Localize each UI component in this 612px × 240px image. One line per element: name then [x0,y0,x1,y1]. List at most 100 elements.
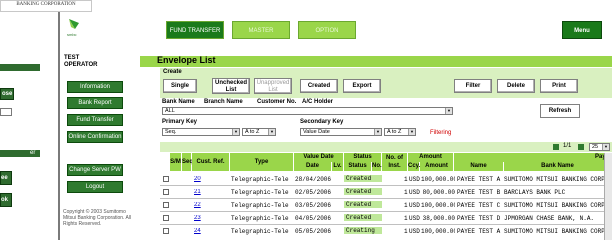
refresh-button[interactable]: Refresh [540,104,580,118]
secondary-key-value: Value Date [303,129,330,135]
delete-button[interactable]: Delete [497,79,535,93]
row-type: Telegraphic-Tele [231,202,289,209]
primary-key-select[interactable]: Seq. ▼ [162,128,240,136]
row-name: PAYEE TEST C [457,202,501,209]
tab-option[interactable]: OPTION [298,21,356,39]
row-inst: 1 [404,202,408,209]
per-page-value: 25 [592,144,599,150]
table-row[interactable]: 24 Telegraphic-Tele 05/05/2006 Creating … [160,224,612,237]
bank-select-value: ALL [165,108,175,114]
tab-fund-transfer[interactable]: FUND TRANSFER [166,21,224,39]
row-seq-link[interactable]: 20 [194,176,201,182]
print-button-label: Print [552,83,566,89]
table-row[interactable]: 21 Telegraphic-Tele 02/05/2006 Created 1… [160,185,612,198]
nav-fund-transfer-label: Fund Transfer [76,117,114,123]
nav-change-server-pw[interactable]: Change Server PW [67,164,123,176]
bg-close-button[interactable]: ose [0,88,14,100]
unapproved-list-button[interactable]: Unapproved List [254,78,292,94]
chevron-down-icon: ▼ [408,129,415,135]
col-amount: Amount [420,162,454,171]
row-name: PAYEE TEST D [457,215,501,222]
row-ccy: USD [409,176,420,183]
row-amount: 38,000.00 [422,215,455,222]
row-checkbox[interactable] [163,189,169,195]
col-date: Date [294,162,332,171]
export-button[interactable]: Export [343,79,381,93]
col-payee-group: Paye [454,153,612,162]
row-type: Telegraphic-Tele [231,189,289,196]
col-status-group: Status [344,153,382,162]
filter-button[interactable]: Filter [454,79,492,93]
created-button[interactable]: Created [300,79,338,93]
row-seq-link[interactable]: 21 [194,189,201,195]
secondary-key-select[interactable]: Value Date ▼ [300,128,382,136]
nav-online-confirmation[interactable]: Online Confirmation [67,131,123,143]
row-checkbox[interactable] [163,228,169,234]
unchecked-list-button[interactable]: Unchecked List [212,78,250,94]
vertical-scrollbar[interactable] [604,153,612,240]
row-inst: 1 [404,228,408,235]
menu-button-label: Menu [574,28,590,34]
row-name: PAYEE TEST A [457,228,501,235]
tab-master[interactable]: MASTER [232,21,290,39]
secondary-order-select[interactable]: A to Z ▼ [384,128,416,136]
operator-line-2: OPERATOR [64,62,98,68]
print-button[interactable]: Print [540,79,578,93]
copyright-text: Copyright © 2003 Sumitomo Mitsui Banking… [63,209,132,227]
bg-input[interactable] [0,108,12,116]
tab-fund-transfer-label: FUND TRANSFER [169,28,221,34]
tab-master-label: MASTER [248,28,274,34]
row-bank: SUMITOMO MITSUI BANKING CORP [504,228,605,235]
row-checkbox[interactable] [163,202,169,208]
row-seq-link[interactable]: 22 [194,202,201,208]
single-button[interactable]: Single [163,79,197,93]
table-row[interactable]: 20 Telegraphic-Tele 28/04/2006 Created 1… [160,172,612,185]
primary-order-select[interactable]: A to Z ▼ [242,128,276,136]
left-nav-pane [60,12,128,240]
row-checkbox[interactable] [163,215,169,221]
operator-line-1: TEST [64,55,80,61]
bank-select[interactable]: ALL ▼ [162,107,453,115]
chevron-down-icon: ▼ [602,144,609,150]
primary-key-value: Seq. [165,129,177,135]
nav-bank-report-label: Bank Report [78,100,112,106]
prev-page-icon[interactable] [553,144,559,150]
filter-button-label: Filter [465,83,481,89]
page-title: Envelope List [157,55,216,65]
col-cust-ref: Cust. Ref. [192,153,230,171]
nav-bank-report[interactable]: Bank Report [67,97,123,109]
table-row[interactable]: 23 Telegraphic-Tele 04/05/2006 Created 1… [160,211,612,224]
tab-option-label: OPTION [315,28,339,34]
nav-information[interactable]: Information [67,81,123,93]
pager-row [160,142,612,152]
row-bank: JPMORGAN CHASE BANK, N.A. [504,215,595,222]
col-bank-name: Bank Name [504,162,612,171]
row-name: PAYEE TEST A [457,176,501,183]
create-label: Create [163,69,182,75]
row-status: Created [344,201,382,208]
nav-logout[interactable]: Logout [67,181,123,193]
row-seq-link[interactable]: 24 [194,228,201,234]
bg-ee-button[interactable]: ee [0,171,12,185]
per-page-select[interactable]: 25 ▼ [589,143,610,151]
row-checkbox[interactable] [163,176,169,182]
table-row[interactable]: 22 Telegraphic-Tele 03/05/2006 Created 1… [160,198,612,211]
created-button-label: Created [307,83,331,89]
col-amount-group: Amount [408,153,454,162]
refresh-button-label: Refresh [548,108,572,114]
filtering-indicator: Filtering [430,130,452,136]
operator-label: TEST OPERATOR [64,55,124,69]
row-inst: 1 [404,176,408,183]
row-ccy: USD [409,189,420,196]
row-status: Creating [344,227,382,234]
single-button-label: Single [170,83,189,89]
nav-online-confirmation-label: Online Confirmation [68,134,122,140]
row-inst: 1 [404,189,408,196]
bg-ok-button[interactable]: ok [0,193,12,207]
row-type: Telegraphic-Tele [231,228,289,235]
next-page-icon[interactable] [578,144,584,150]
row-seq-link[interactable]: 23 [194,215,201,221]
nav-fund-transfer[interactable]: Fund Transfer [67,114,123,126]
corporation-name: BANKING CORPORATION [16,2,76,7]
menu-button[interactable]: Menu [562,21,602,39]
